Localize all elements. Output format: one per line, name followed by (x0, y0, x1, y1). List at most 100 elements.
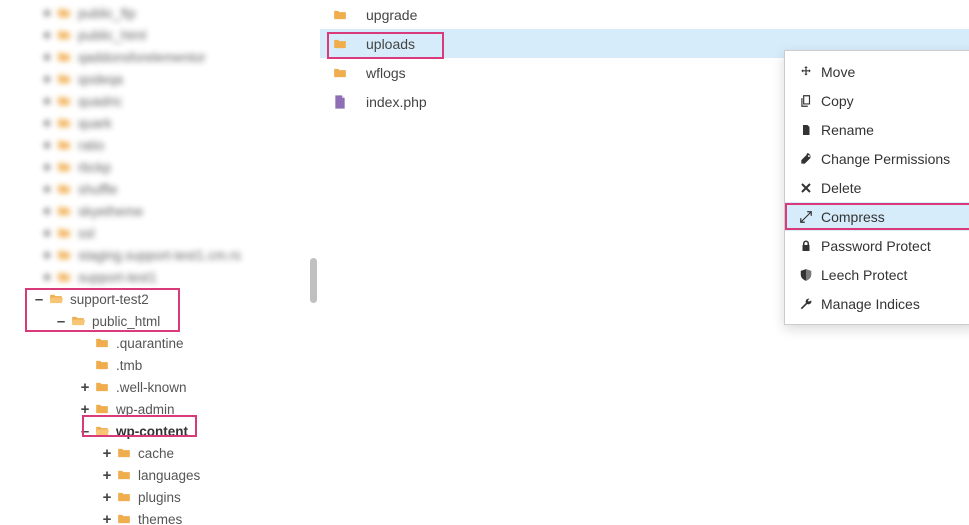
tree-item[interactable]: – wp-content (0, 420, 320, 442)
context-menu-item[interactable]: Compress (785, 202, 969, 231)
context-menu-label: Compress (821, 209, 885, 225)
tree-item-blurred[interactable]: +shuffle (0, 178, 320, 200)
tree-item-support-test2[interactable]: – support-test2 (0, 288, 320, 310)
tree-toggle[interactable]: + (100, 512, 114, 525)
folder-icon (94, 380, 112, 394)
php-file-icon (332, 93, 354, 111)
folder-open-icon (48, 292, 66, 306)
tree-toggle[interactable]: + (100, 468, 114, 483)
tree-item-label: support-test2 (70, 292, 149, 307)
file-name: uploads (366, 36, 415, 52)
tree-item-blurred[interactable]: +quadric (0, 90, 320, 112)
tree-item[interactable]: + plugins (0, 486, 320, 508)
folder-icon (94, 402, 112, 416)
tree-item-label: cache (138, 446, 174, 461)
tree-item[interactable]: +languages (0, 464, 320, 486)
tree-item-public-html[interactable]: –public_html (0, 310, 320, 332)
tree-item-blurred[interactable]: +ssl (0, 222, 320, 244)
context-menu-label: Rename (821, 122, 874, 138)
file-name: upgrade (366, 7, 417, 23)
move-icon (799, 65, 813, 79)
delete-icon (799, 182, 813, 194)
context-menu-label: Copy (821, 93, 854, 109)
folder-icon (332, 37, 354, 51)
folder-icon (56, 116, 74, 130)
folder-icon (56, 226, 74, 240)
tree-item-label: wp-admin (116, 402, 175, 417)
folder-icon (56, 270, 74, 284)
folder-icon (332, 8, 354, 22)
file-name: wflogs (366, 65, 406, 81)
tree-item-blurred[interactable]: +qodeqa (0, 68, 320, 90)
folder-icon (56, 182, 74, 196)
file-name: index.php (366, 94, 427, 110)
tree-item-blurred[interactable]: +rbckp (0, 156, 320, 178)
tree-item-blurred[interactable]: +ratio (0, 134, 320, 156)
tree-item[interactable]: + themes (0, 508, 320, 525)
folder-icon (94, 336, 112, 350)
folder-icon (332, 66, 354, 80)
lock-icon (799, 239, 813, 253)
folder-icon (116, 446, 134, 460)
tree-toggle[interactable]: – (78, 424, 92, 439)
tree-item-blurred[interactable]: +public_ftp (0, 2, 320, 24)
folder-icon (56, 72, 74, 86)
folder-icon (56, 6, 74, 20)
context-menu-item[interactable]: Manage Indices (785, 289, 969, 318)
folder-icon (94, 358, 112, 372)
copy-icon (799, 94, 813, 108)
folder-open-icon (94, 424, 112, 438)
context-menu-item[interactable]: Rename (785, 115, 969, 144)
folder-icon (116, 468, 134, 482)
tree-toggle[interactable]: + (78, 402, 92, 417)
tree-toggle[interactable]: + (100, 446, 114, 461)
tree-item-label: wp-content (116, 424, 188, 439)
tree-item-blurred[interactable]: +support-test1 (0, 266, 320, 288)
context-menu-item[interactable]: Move (785, 57, 969, 86)
tree-item-label: plugins (138, 490, 181, 505)
context-menu-item[interactable]: Password Protect (785, 231, 969, 260)
folder-icon (56, 94, 74, 108)
tree-item-blurred[interactable]: +skyetheme (0, 200, 320, 222)
context-menu-label: Move (821, 64, 855, 80)
folder-icon (56, 50, 74, 64)
tree-toggle[interactable]: – (32, 292, 46, 307)
rename-icon (799, 123, 813, 137)
folder-icon (56, 160, 74, 174)
tree-item-label: .quarantine (116, 336, 184, 351)
context-menu-label: Leech Protect (821, 267, 907, 283)
folder-tree: +public_ftp+public_html+qaddonsforelemen… (0, 0, 320, 525)
folder-icon (56, 248, 74, 262)
tree-toggle[interactable]: – (54, 314, 68, 329)
context-menu-label: Password Protect (821, 238, 931, 254)
tree-item-blurred[interactable]: +qaddonsforelementor (0, 46, 320, 68)
folder-icon (56, 28, 74, 42)
tree-item-label: .tmb (116, 358, 142, 373)
file-list: upgrade uploads wflogs index.php Move Copy Re… (320, 0, 969, 525)
tree-item[interactable]: +.quarantine (0, 332, 320, 354)
tree-item[interactable]: + cache (0, 442, 320, 464)
tree-item-label: themes (138, 512, 182, 525)
tree-item[interactable]: + wp-admin (0, 398, 320, 420)
shield-icon (799, 268, 813, 282)
tree-item[interactable]: + .well-known (0, 376, 320, 398)
tree-item-blurred[interactable]: +staging.support-test1.cm.rs (0, 244, 320, 266)
folder-icon (56, 138, 74, 152)
folder-open-icon (70, 314, 88, 328)
context-menu-item[interactable]: Delete (785, 173, 969, 202)
file-row[interactable]: upgrade (320, 0, 969, 29)
context-menu-item[interactable]: Change Permissions (785, 144, 969, 173)
tree-toggle[interactable]: + (78, 380, 92, 395)
tree-item-blurred[interactable]: +quark (0, 112, 320, 134)
tree-item-label: .well-known (116, 380, 187, 395)
scrollbar-thumb[interactable] (310, 258, 317, 303)
tree-item-blurred[interactable]: +public_html (0, 24, 320, 46)
tree-toggle[interactable]: + (100, 490, 114, 505)
context-menu: Move Copy Rename Change Permissions Delete Co… (784, 50, 969, 325)
wrench-icon (799, 297, 813, 311)
context-menu-item[interactable]: Copy (785, 86, 969, 115)
context-menu-item[interactable]: Leech Protect (785, 260, 969, 289)
context-menu-label: Manage Indices (821, 296, 920, 312)
context-menu-label: Delete (821, 180, 861, 196)
tree-item[interactable]: +.tmb (0, 354, 320, 376)
